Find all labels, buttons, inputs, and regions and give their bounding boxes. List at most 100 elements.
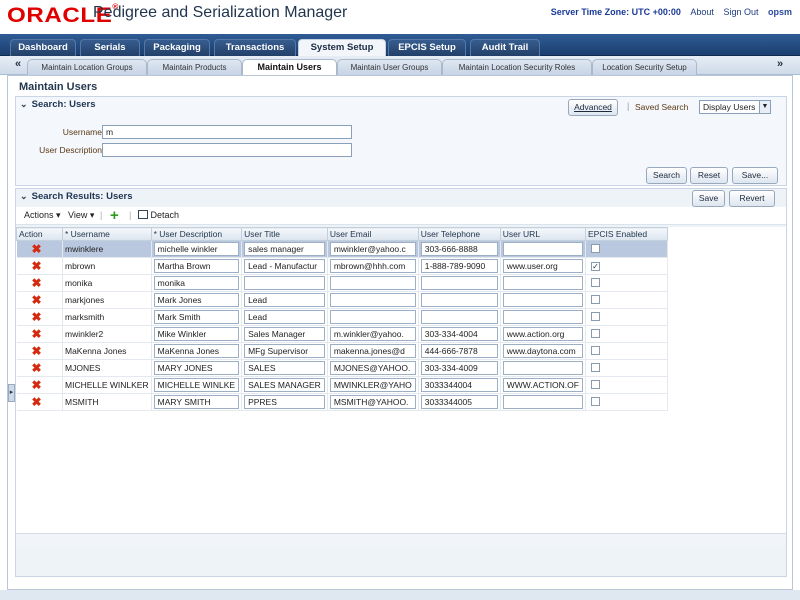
email-input[interactable] <box>329 293 416 307</box>
phone-input[interactable]: 303-334-4004 <box>420 327 498 341</box>
phone-input[interactable]: 3033344005 <box>420 395 498 409</box>
subtab-maintain-user-groups[interactable]: Maintain User Groups <box>337 59 442 75</box>
description-input[interactable]: MaKenna Jones <box>153 344 240 358</box>
scroll-right-icon[interactable]: » <box>777 58 783 70</box>
table-row[interactable]: ✖ monika monika <box>16 274 668 292</box>
title-input[interactable]: sales manager <box>244 242 325 256</box>
saved-search-select[interactable]: Display Users ▼ <box>699 100 771 114</box>
delete-icon[interactable]: ✖ <box>32 362 42 374</box>
advanced-button[interactable]: Advanced <box>568 99 618 116</box>
url-input[interactable] <box>502 310 583 324</box>
delete-icon[interactable]: ✖ <box>32 379 42 391</box>
user-description-input[interactable] <box>102 143 352 157</box>
email-input[interactable]: mwinkler@yahoo.c <box>329 242 416 256</box>
title-input[interactable]: Sales Manager <box>244 327 325 341</box>
search-button[interactable]: Search <box>646 167 687 184</box>
sign-out-link[interactable]: Sign Out <box>723 7 758 17</box>
column-header-action[interactable]: Action <box>16 227 63 241</box>
epcis-enabled-checkbox[interactable] <box>590 379 600 389</box>
description-input[interactable]: monika <box>153 276 240 290</box>
panel-splitter-icon[interactable]: ▸ <box>8 384 15 402</box>
column-header-user-description[interactable]: * User Description <box>150 227 243 241</box>
title-input[interactable] <box>244 276 325 290</box>
phone-input[interactable] <box>420 293 498 307</box>
tab-transactions[interactable]: Transactions <box>214 39 296 56</box>
description-input[interactable]: MARY SMITH <box>153 395 240 409</box>
column-header-username[interactable]: * Username <box>62 227 152 241</box>
email-input[interactable]: makenna.jones@d <box>329 344 416 358</box>
table-row[interactable]: ✖ mwinklere michelle winkler sales manager m… <box>16 240 668 258</box>
url-input[interactable] <box>502 242 583 256</box>
about-link[interactable]: About <box>690 7 714 17</box>
delete-icon[interactable]: ✖ <box>32 294 42 306</box>
tab-packaging[interactable]: Packaging <box>144 39 210 56</box>
title-input[interactable]: Lead <box>244 293 325 307</box>
delete-icon[interactable]: ✖ <box>32 345 42 357</box>
url-input[interactable] <box>502 293 583 307</box>
title-input[interactable]: MFg Supervisor <box>244 344 325 358</box>
tab-system-setup[interactable]: System Setup <box>298 39 386 56</box>
results-panel-header[interactable]: ⌄ Search Results: Users <box>16 189 786 204</box>
column-header-user-url[interactable]: User URL <box>499 227 586 241</box>
subtab-maintain-location-groups[interactable]: Maintain Location Groups <box>27 59 147 75</box>
collapse-icon[interactable]: ⌄ <box>20 189 29 201</box>
phone-input[interactable]: 303-334-4009 <box>420 361 498 375</box>
tab-serials[interactable]: Serials <box>80 39 140 56</box>
url-input[interactable]: www.user.org <box>502 259 583 273</box>
epcis-enabled-checkbox[interactable] <box>590 345 600 355</box>
description-input[interactable]: michelle winkler <box>153 242 240 256</box>
url-input[interactable] <box>502 276 583 290</box>
epcis-enabled-checkbox[interactable] <box>590 243 600 253</box>
url-input[interactable]: WWW.ACTION.OF <box>502 378 583 392</box>
email-input[interactable]: mbrown@hhh.com <box>329 259 416 273</box>
phone-input[interactable] <box>420 310 498 324</box>
description-input[interactable]: Mark Jones <box>153 293 240 307</box>
url-input[interactable]: www.action.org <box>502 327 583 341</box>
phone-input[interactable]: 3033344004 <box>420 378 498 392</box>
description-input[interactable]: Martha Brown <box>153 259 240 273</box>
description-input[interactable]: Mike Winkler <box>153 327 240 341</box>
table-row[interactable]: ✖ mwinkler2 Mike Winkler Sales Manager m.win… <box>16 325 668 343</box>
view-menu[interactable]: View ▾ <box>68 210 94 221</box>
delete-icon[interactable]: ✖ <box>32 243 42 255</box>
url-input[interactable]: www.daytona.com <box>502 344 583 358</box>
description-input[interactable]: Mark Smith <box>153 310 240 324</box>
add-icon[interactable]: + <box>110 207 119 224</box>
url-input[interactable] <box>502 361 583 375</box>
description-input[interactable]: MICHELLE WINLKE <box>153 378 240 392</box>
scroll-left-icon[interactable]: « <box>15 58 21 70</box>
epcis-enabled-checkbox[interactable] <box>590 277 600 287</box>
subtab-maintain-products[interactable]: Maintain Products <box>147 59 242 75</box>
save-button[interactable]: Save <box>692 190 725 207</box>
epcis-enabled-checkbox[interactable] <box>590 311 600 321</box>
email-input[interactable] <box>329 276 416 290</box>
tab-audit-trail[interactable]: Audit Trail <box>470 39 540 56</box>
epcis-enabled-checkbox[interactable]: ✓ <box>590 262 600 271</box>
detach-button[interactable]: Detach <box>138 210 179 220</box>
epcis-enabled-checkbox[interactable] <box>590 362 600 372</box>
table-row[interactable]: ✖ marksmith Mark Smith Lead <box>16 308 668 326</box>
delete-icon[interactable]: ✖ <box>32 277 42 289</box>
email-input[interactable]: MWINKLER@YAHO <box>329 378 416 392</box>
phone-input[interactable]: 303-666-8888 <box>420 242 498 256</box>
epcis-enabled-checkbox[interactable] <box>590 328 600 338</box>
username-input[interactable]: m <box>102 125 352 139</box>
save-search-button[interactable]: Save... <box>732 167 778 184</box>
delete-icon[interactable]: ✖ <box>32 260 42 272</box>
reset-button[interactable]: Reset <box>690 167 728 184</box>
table-row[interactable]: ✖ mbrown Martha Brown Lead - Manufactur mbro… <box>16 257 668 275</box>
column-header-user-email[interactable]: User Email <box>326 227 419 241</box>
delete-icon[interactable]: ✖ <box>32 396 42 408</box>
title-input[interactable]: PPRES <box>244 395 325 409</box>
table-row[interactable]: ✖ MSMITH MARY SMITH PPRES MSMITH@YAHOO. 30333… <box>16 393 668 411</box>
url-input[interactable] <box>502 395 583 409</box>
column-header-user-title[interactable]: User Title <box>241 227 328 241</box>
column-header-user-telephone[interactable]: User Telephone <box>417 227 501 241</box>
email-input[interactable]: m.winkler@yahoo. <box>329 327 416 341</box>
subtab-maintain-users[interactable]: Maintain Users <box>242 59 337 75</box>
table-row[interactable]: ✖ MaKenna Jones MaKenna Jones MFg Superviso… <box>16 342 668 360</box>
collapse-icon[interactable]: ⌄ <box>20 97 29 109</box>
tab-dashboard[interactable]: Dashboard <box>10 39 76 56</box>
title-input[interactable]: Lead <box>244 310 325 324</box>
description-input[interactable]: MARY JONES <box>153 361 240 375</box>
